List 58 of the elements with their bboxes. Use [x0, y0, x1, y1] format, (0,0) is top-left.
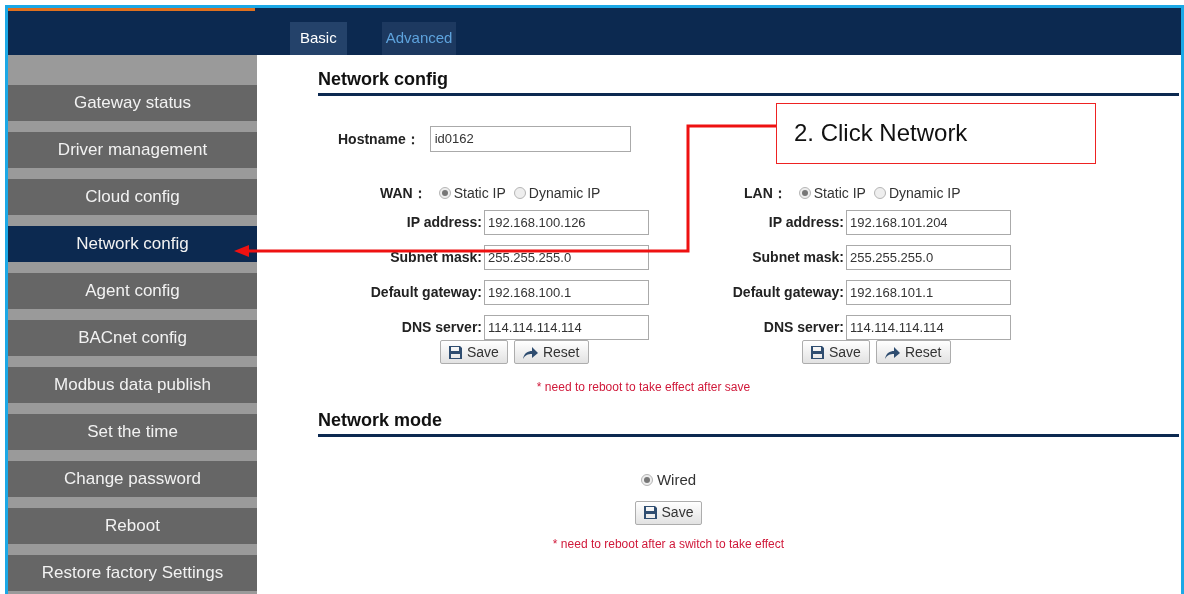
field-label: LAN：: [744, 183, 787, 203]
hostname-field[interactable]: id0162: [429, 126, 631, 152]
input-field[interactable]: 255.255.255.0: [484, 245, 649, 270]
input-field[interactable]: 192.168.101.1: [846, 280, 1011, 305]
radio-label[interactable]: Static IP: [453, 182, 506, 204]
reset-button[interactable]: Reset: [875, 340, 951, 364]
field-label: DNS server:: [762, 318, 844, 337]
field-label: Default gateway:: [731, 283, 844, 302]
radio-label[interactable]: Dynamic IP: [888, 182, 961, 204]
field-label: Hostname：: [338, 129, 420, 149]
input-field[interactable]: 114.114.114.114: [484, 315, 649, 340]
input-field[interactable]: 192.168.100.1: [484, 280, 649, 305]
radio-button[interactable]: [873, 187, 886, 199]
save-icon: [811, 345, 824, 359]
section-heading: Network mode: [318, 410, 1179, 437]
sidebar-item[interactable]: Gateway status: [8, 85, 257, 121]
field-label: WAN：: [380, 183, 427, 203]
radio-label[interactable]: Dynamic IP: [528, 182, 601, 204]
input-field[interactable]: 114.114.114.114: [846, 315, 1011, 340]
radio-button[interactable]: [640, 474, 653, 487]
section-heading: Network config: [318, 69, 1179, 96]
field-label: IP address:: [405, 213, 482, 232]
sidebar-item[interactable]: Modbus data publish: [8, 367, 257, 403]
sidebar-item[interactable]: Driver management: [8, 132, 257, 168]
sidebar-item[interactable]: Agent config: [8, 273, 257, 309]
field-label: IP address:: [767, 213, 844, 232]
radio-label[interactable]: Static IP: [813, 182, 866, 204]
redo-arrow-icon: [884, 345, 900, 359]
sidebar-item[interactable]: Cloud config: [8, 179, 257, 215]
sidebar-item[interactable]: Network config: [8, 226, 257, 262]
field-label: Default gateway:: [369, 283, 482, 302]
note-text: * need to reboot after a switch to take effect: [552, 535, 785, 553]
sidebar-item[interactable]: Restore factory Settings: [8, 555, 257, 591]
redo-arrow-icon: [522, 345, 538, 359]
input-field[interactable]: 192.168.101.204: [846, 210, 1011, 235]
input-field[interactable]: 255.255.255.0: [846, 245, 1011, 270]
reset-button[interactable]: Reset: [513, 340, 589, 364]
save-button[interactable]: Save: [634, 500, 703, 525]
sidebar-item[interactable]: Reboot: [8, 508, 257, 544]
radio-button[interactable]: [798, 187, 811, 199]
radio-button[interactable]: [513, 187, 526, 199]
radio-button[interactable]: [438, 187, 451, 199]
field-label: Subnet mask:: [751, 248, 844, 267]
callout-box: 2. Click Network: [776, 103, 1096, 164]
note-text: * need to reboot to take effect after save: [536, 379, 751, 396]
save-icon: [449, 345, 462, 359]
sidebar-item[interactable]: Set the time: [8, 414, 257, 450]
input-field[interactable]: 192.168.100.126: [484, 210, 649, 235]
radio-label[interactable]: Wired: [656, 469, 697, 492]
save-button[interactable]: Save: [802, 340, 870, 364]
sidebar-item[interactable]: Change password: [8, 461, 257, 497]
save-icon: [643, 506, 657, 519]
sidebar-item[interactable]: BACnet config: [8, 320, 257, 356]
field-label: Subnet mask:: [389, 248, 482, 267]
tab[interactable]: Basic: [290, 22, 347, 55]
field-label: DNS server:: [400, 318, 482, 337]
save-button[interactable]: Save: [440, 340, 508, 364]
tab[interactable]: Advanced: [381, 22, 457, 55]
